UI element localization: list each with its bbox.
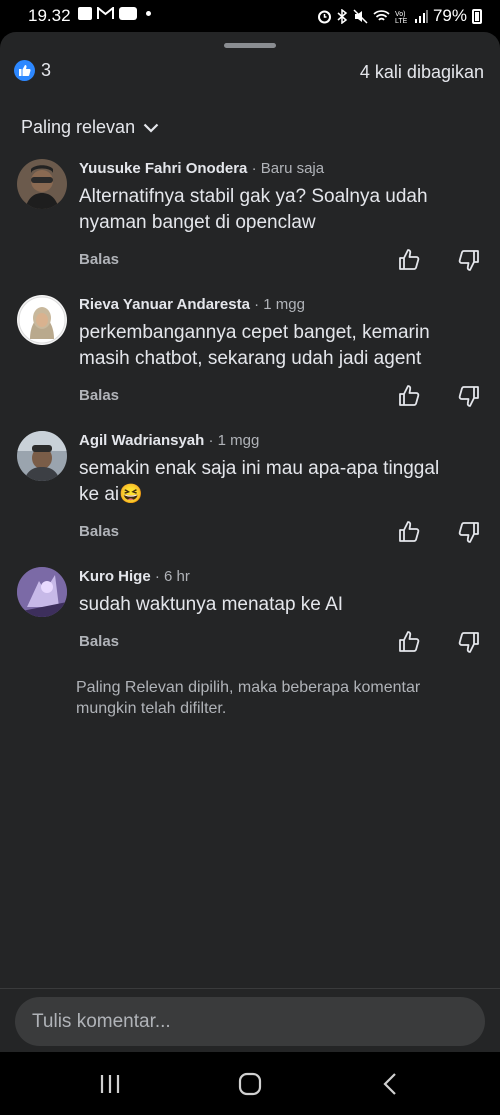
comment-author[interactable]: Kuro Hige (79, 568, 151, 585)
comment-text: perkembangannya cepet banget, kemarin ma… (79, 320, 479, 372)
comment-line: ke ai😆 (79, 484, 143, 505)
notification-icons (78, 7, 151, 20)
share-count[interactable]: 4 kali dibagikan (360, 62, 484, 83)
sort-dropdown[interactable]: Paling relevan (21, 117, 159, 138)
comment-time: · 1 mgg (254, 296, 305, 313)
comment-text: Alternatifnya stabil gak ya? Soalnya uda… (79, 184, 479, 236)
comment-input[interactable] (15, 997, 485, 1046)
comment-line: perkembangannya cepet banget, kemarin (79, 322, 430, 343)
comment-line: nyaman banget di openclaw (79, 212, 316, 233)
comment-time: · Baru saja (251, 160, 325, 177)
dot-icon (146, 11, 151, 16)
comment-composer (0, 988, 500, 1052)
status-bar: 19.32 Vo) LTE 79% (0, 0, 500, 32)
mute-icon (353, 8, 368, 24)
thumbs-down-icon[interactable] (456, 384, 480, 408)
thumbs-down-icon[interactable] (456, 248, 480, 272)
chevron-down-icon (143, 123, 159, 133)
avatar[interactable] (17, 431, 67, 481)
battery-percent: 79% (432, 6, 467, 25)
signal-icon (414, 10, 428, 23)
thumbs-up-icon[interactable] (398, 520, 422, 544)
comment-meta: Rieva Yanuar Andaresta · 1 mgg (79, 296, 305, 313)
comment-time: · 1 mgg (208, 432, 260, 449)
thumbs-down-icon[interactable] (456, 520, 480, 544)
drag-handle[interactable] (224, 43, 276, 48)
reply-button[interactable]: Balas (79, 251, 119, 268)
filter-note: Paling Relevan dipilih, maka beberapa ko… (76, 679, 421, 717)
reply-button[interactable]: Balas (79, 523, 119, 540)
battery-icon (472, 8, 482, 24)
volte-icon: Vo)LTE (395, 11, 408, 24)
thumbs-up-icon[interactable] (398, 384, 422, 408)
svg-text:LTE: LTE (395, 18, 408, 24)
comment-meta: Agil Wadriansyah · 1 mgg (79, 432, 259, 449)
youtube-icon (119, 7, 137, 20)
comments-sheet: 3 4 kali dibagikan Paling relevan Yuusuk… (0, 32, 500, 1052)
home-icon[interactable] (236, 1072, 264, 1096)
comment-author[interactable]: Yuusuke Fahri Onodera (79, 160, 247, 177)
comment-line: Alternatifnya stabil gak ya? Soalnya uda… (79, 186, 428, 207)
comment-line: sudah waktunya menatap ke AI (79, 594, 344, 615)
thumbs-up-icon[interactable] (398, 248, 422, 272)
like-reaction-icon (14, 60, 35, 81)
reaction-summary[interactable]: 3 (14, 60, 51, 81)
status-time: 19.32 (28, 6, 71, 25)
thumbs-up-icon[interactable] (398, 630, 422, 654)
wifi-icon (373, 10, 390, 21)
avatar[interactable] (17, 567, 67, 617)
system-icons: Vo) LTE 79% (317, 6, 482, 26)
avatar[interactable] (17, 295, 67, 345)
recent-apps-icon[interactable] (96, 1072, 124, 1096)
comment-line: masih chatbot, sekarang udah jadi agent (79, 348, 422, 369)
gmail-icon (97, 7, 114, 19)
comment-author[interactable]: Agil Wadriansyah (79, 432, 204, 449)
reply-button[interactable]: Balas (79, 387, 119, 404)
alarm-icon (317, 10, 331, 23)
avatar[interactable] (17, 159, 67, 209)
reaction-count: 3 (41, 60, 52, 80)
reply-button[interactable]: Balas (79, 633, 119, 650)
comment-author[interactable]: Rieva Yanuar Andaresta (79, 296, 250, 313)
thumbs-down-icon[interactable] (456, 630, 480, 654)
bluetooth-icon (337, 8, 348, 24)
comment-text: sudah waktunya menatap ke AI (79, 592, 479, 618)
comment-time: · 6 hr (154, 568, 190, 585)
comment-text: semakin enak saja ini mau apa-apa tingga… (79, 456, 479, 508)
sort-label: Paling relevan (21, 117, 136, 137)
system-nav-bar (0, 1052, 500, 1115)
gallery-icon (78, 7, 92, 20)
svg-text:Vo): Vo) (395, 11, 406, 18)
comment-meta: Kuro Hige · 6 hr (79, 568, 190, 585)
comment-meta: Yuusuke Fahri Onodera · Baru saja (79, 160, 324, 177)
comment-line: semakin enak saja ini mau apa-apa tingga… (79, 458, 440, 479)
back-icon[interactable] (377, 1072, 405, 1096)
